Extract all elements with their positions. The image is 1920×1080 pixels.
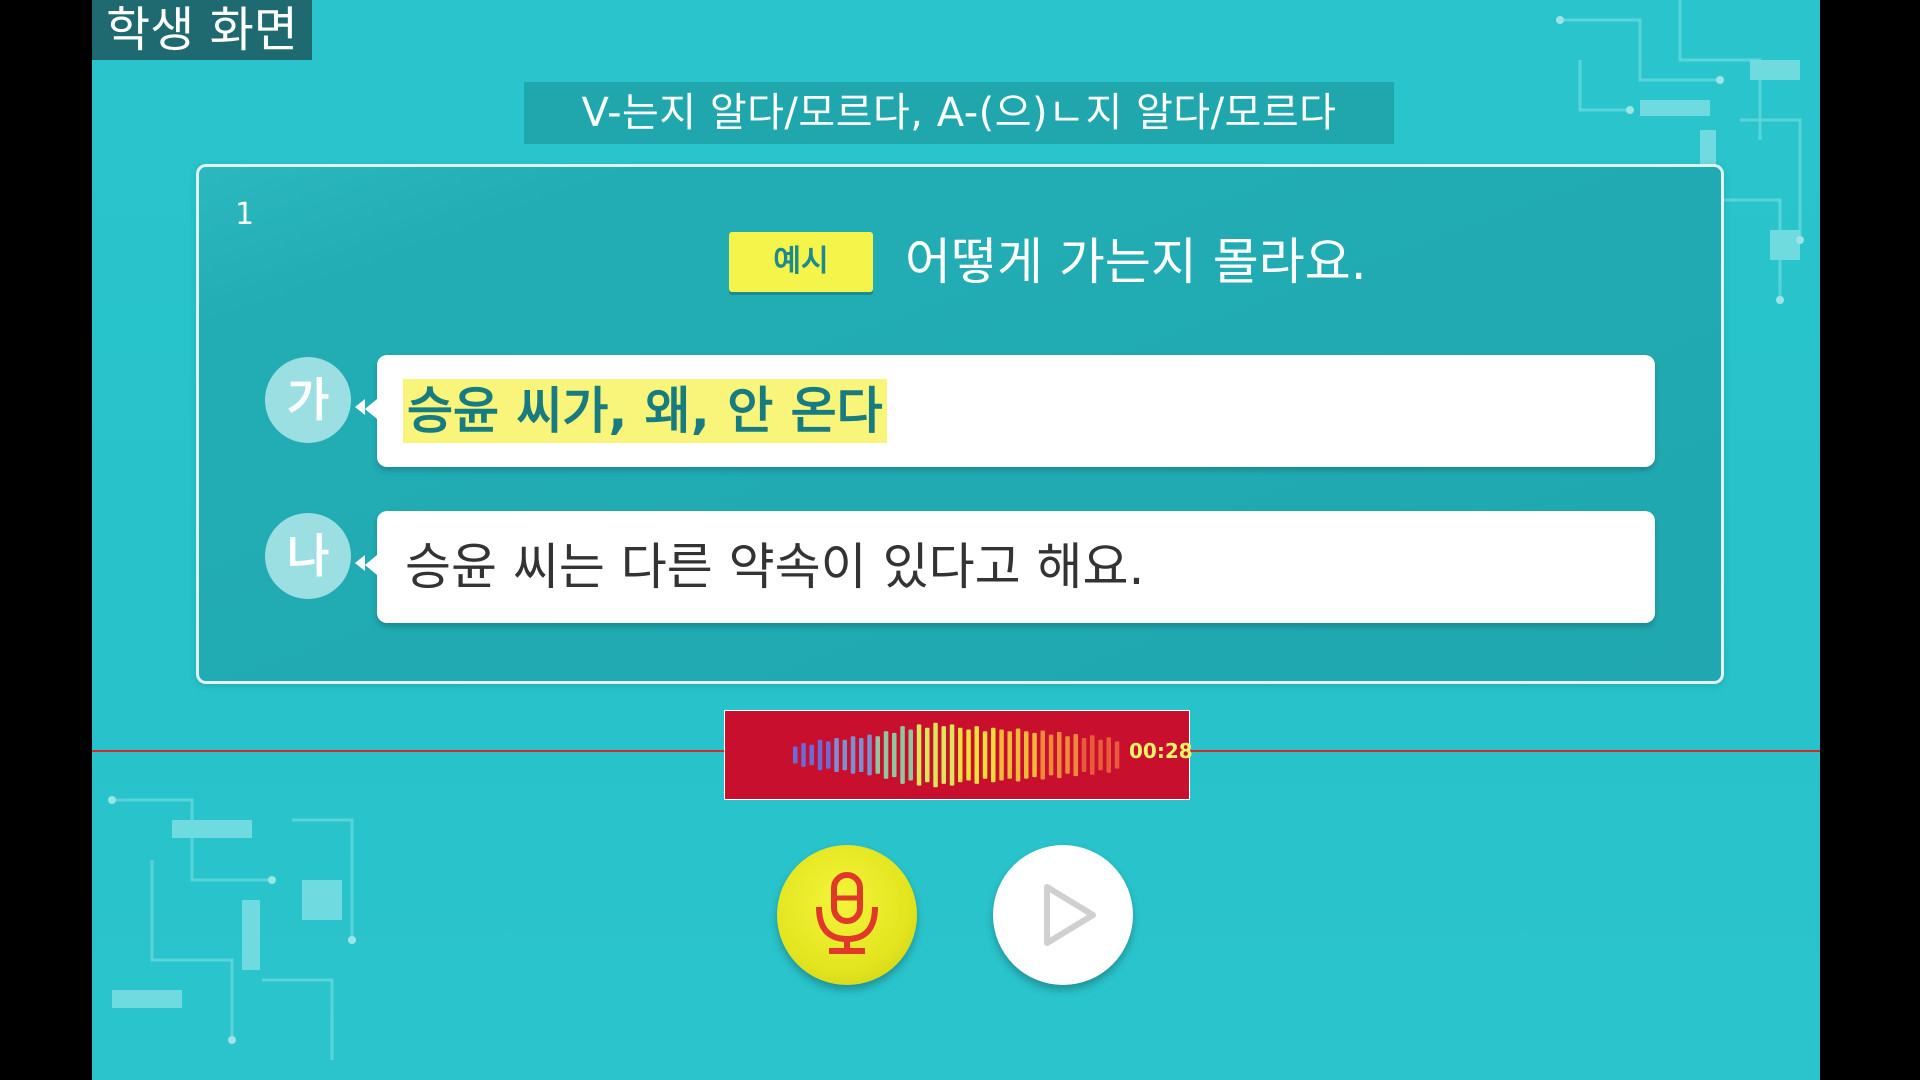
waveform-bar (933, 722, 938, 788)
speaker-a-avatar: 가 (265, 357, 351, 443)
waveform-bar (1073, 733, 1078, 777)
waveform-bar (809, 744, 814, 766)
waveform-bar (892, 732, 897, 778)
speaker-b-avatar: 나 (265, 513, 351, 599)
waveform-bar (842, 739, 847, 771)
waveform-bar (958, 727, 963, 783)
prompt-text: 승윤 씨가, 왜, 안 온다 (403, 379, 887, 443)
recording-timer: 00:28 (1129, 739, 1193, 763)
waveform-bar (834, 738, 839, 772)
recording-indicator: 00:28 (724, 710, 1193, 800)
speech-bubble-a: 승윤 씨가, 왜, 안 온다 (365, 355, 1655, 467)
answer-text: 승윤 씨는 다른 약속이 있다고 해요. (405, 538, 1145, 596)
waveform-bar (817, 739, 823, 771)
grammar-title: V-는지 알다/모르다, A-(으)ㄴ지 알다/모르다 (524, 82, 1394, 144)
waveform-bar (801, 743, 806, 767)
waveform-bar (826, 741, 831, 769)
waveform-bar (982, 731, 988, 779)
screen-label: 학생 화면 (92, 0, 312, 60)
activity-screen: V-는지 알다/모르다, A-(으)ㄴ지 알다/모르다 1 예시 어떻게 가는지… (92, 0, 1820, 1080)
circuit-decoration-bottom-left (108, 796, 356, 1060)
waveform-bar (859, 738, 864, 772)
waveform-bar (1048, 734, 1054, 776)
waveform-bar (1114, 741, 1120, 769)
record-button[interactable] (777, 845, 917, 985)
waveform-bar (850, 736, 856, 774)
waveform-bar (883, 731, 889, 779)
waveform-bar (1098, 739, 1103, 771)
waveform-visualizer (793, 722, 1120, 788)
waveform-bar (949, 724, 955, 786)
waveform-bar (1032, 732, 1037, 778)
question-number: 1 (235, 197, 255, 232)
waveform-bar (875, 736, 880, 774)
example-badge: 예시 (729, 232, 873, 292)
waveform-bar (991, 727, 996, 783)
waveform-bar (974, 726, 979, 784)
waveform-bar (1057, 731, 1062, 779)
play-icon (1044, 884, 1096, 946)
waveform-bar (908, 729, 913, 781)
waveform-bar (1065, 736, 1070, 774)
waveform-bar (916, 724, 922, 786)
waveform-bar (1024, 731, 1029, 779)
waveform-bar (900, 726, 905, 784)
waveform-bar (1007, 731, 1012, 779)
waveform-bar (941, 726, 946, 784)
waveform-bar (1090, 735, 1095, 775)
waveform-bar (999, 729, 1004, 781)
question-card: 1 예시 어떻게 가는지 몰라요. 가 승윤 씨가, 왜, 안 온다 나 승윤 … (196, 164, 1724, 684)
waveform-bar (793, 746, 798, 764)
waveform-bar (1040, 730, 1045, 780)
microphone-icon (816, 872, 878, 954)
waveform-bar (925, 727, 930, 783)
example-sentence: 어떻게 가는지 몰라요. (905, 233, 1367, 291)
waveform-bar (1081, 738, 1087, 772)
waveform-bar (1015, 728, 1021, 782)
waveform-bar (867, 734, 872, 776)
waveform-bar (966, 729, 971, 781)
play-button[interactable] (993, 845, 1133, 985)
speech-bubble-b: 승윤 씨는 다른 약속이 있다고 해요. (365, 511, 1655, 623)
waveform-bar (1106, 737, 1111, 773)
